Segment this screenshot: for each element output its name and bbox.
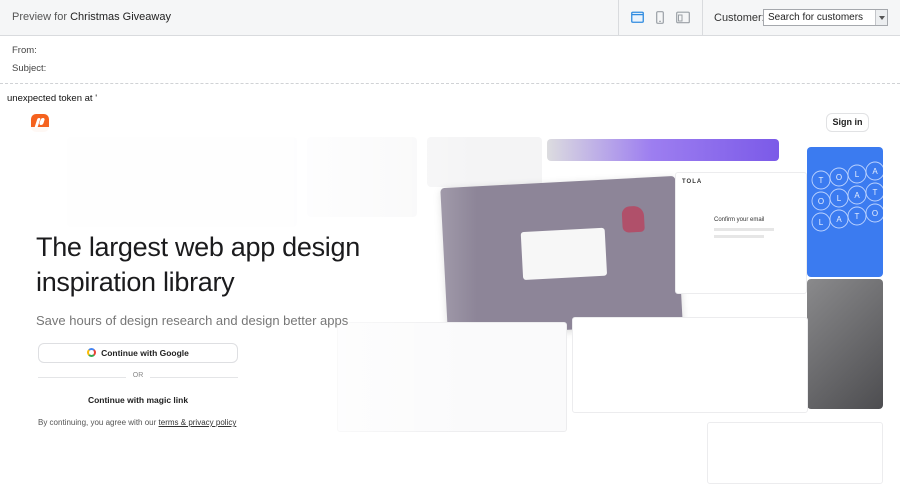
sign-in-button[interactable]: Sign in: [826, 113, 869, 132]
terms-prefix: By continuing, you agree with our: [38, 418, 157, 427]
collage-text-line: [714, 235, 764, 238]
terms-text: By continuing, you agree with our terms …: [38, 418, 236, 427]
collage-dialog: [520, 227, 608, 281]
collage-card-purple: [547, 139, 779, 161]
customer-select-value: Search for customers: [768, 12, 864, 23]
collage-letter: A: [854, 191, 860, 200]
collage-illustration: [621, 205, 645, 233]
collage-text-line: [714, 228, 774, 231]
customer-select[interactable]: Search for customers: [763, 9, 888, 26]
mobile-icon[interactable]: [656, 11, 664, 24]
continue-with-google-button[interactable]: Continue with Google: [38, 343, 238, 363]
split-view-icon[interactable]: [676, 11, 690, 24]
collage-card-confirm: TOLA Confirm your email: [675, 172, 807, 294]
error-message: unexpected token at ': [7, 93, 98, 104]
letter-circles: T O L A O L A T L A T O: [811, 161, 885, 232]
email-preview: Sign in TOLAOLATLATO TOLA Confirm your e…: [7, 107, 893, 484]
toolbar-divider: [618, 0, 619, 36]
customer-label: Customer:: [714, 12, 765, 24]
hero-title: The largest web app design inspiration l…: [36, 232, 360, 297]
preview-title: Preview for Christmas Giveaway: [12, 11, 171, 23]
campaign-name: Christmas Giveaway: [70, 11, 171, 23]
preview-toolbar: Preview for Christmas Giveaway Customer:…: [0, 0, 900, 36]
collage-letter: O: [836, 173, 842, 182]
collage-letter: T: [819, 176, 824, 185]
desktop-icon[interactable]: [631, 11, 644, 24]
collage-letter: O: [818, 197, 824, 206]
chevron-down-icon[interactable]: [875, 10, 887, 25]
from-label: From:: [12, 45, 37, 56]
continue-with-magic-link-button[interactable]: Continue with magic link: [38, 395, 238, 405]
collage-letter: A: [872, 167, 878, 176]
google-icon: [87, 348, 97, 357]
collage-card-blue: T O L A O L A T L A T O: [807, 147, 885, 277]
terms-link[interactable]: terms & privacy policy: [159, 418, 237, 427]
toolbar-divider: [702, 0, 703, 36]
collage-tola-logo: TOLA: [682, 179, 703, 185]
collage-letter: L: [837, 194, 842, 203]
or-divider: OR: [38, 372, 238, 382]
collage-confirm-heading: Confirm your email: [714, 217, 765, 223]
collage-card-dark: [807, 279, 883, 409]
preview-prefix: Preview for: [12, 11, 68, 23]
hero-subtitle: Save hours of design research and design…: [36, 313, 349, 328]
collage-letter: T: [855, 212, 860, 221]
header-divider: [0, 83, 900, 84]
collage-card: [707, 422, 883, 484]
collage-letter: L: [819, 218, 824, 227]
collage-letter: T: [873, 188, 878, 197]
hero-gradient-overlay: [7, 127, 477, 484]
divider-line: [150, 377, 238, 378]
subject-label: Subject:: [12, 63, 47, 74]
collage-card-workspace: [572, 317, 808, 413]
google-button-label: Continue with Google: [101, 348, 189, 358]
collage-letter: O: [872, 209, 878, 218]
collage-letter: A: [836, 215, 842, 224]
collage-letter: L: [855, 170, 860, 179]
